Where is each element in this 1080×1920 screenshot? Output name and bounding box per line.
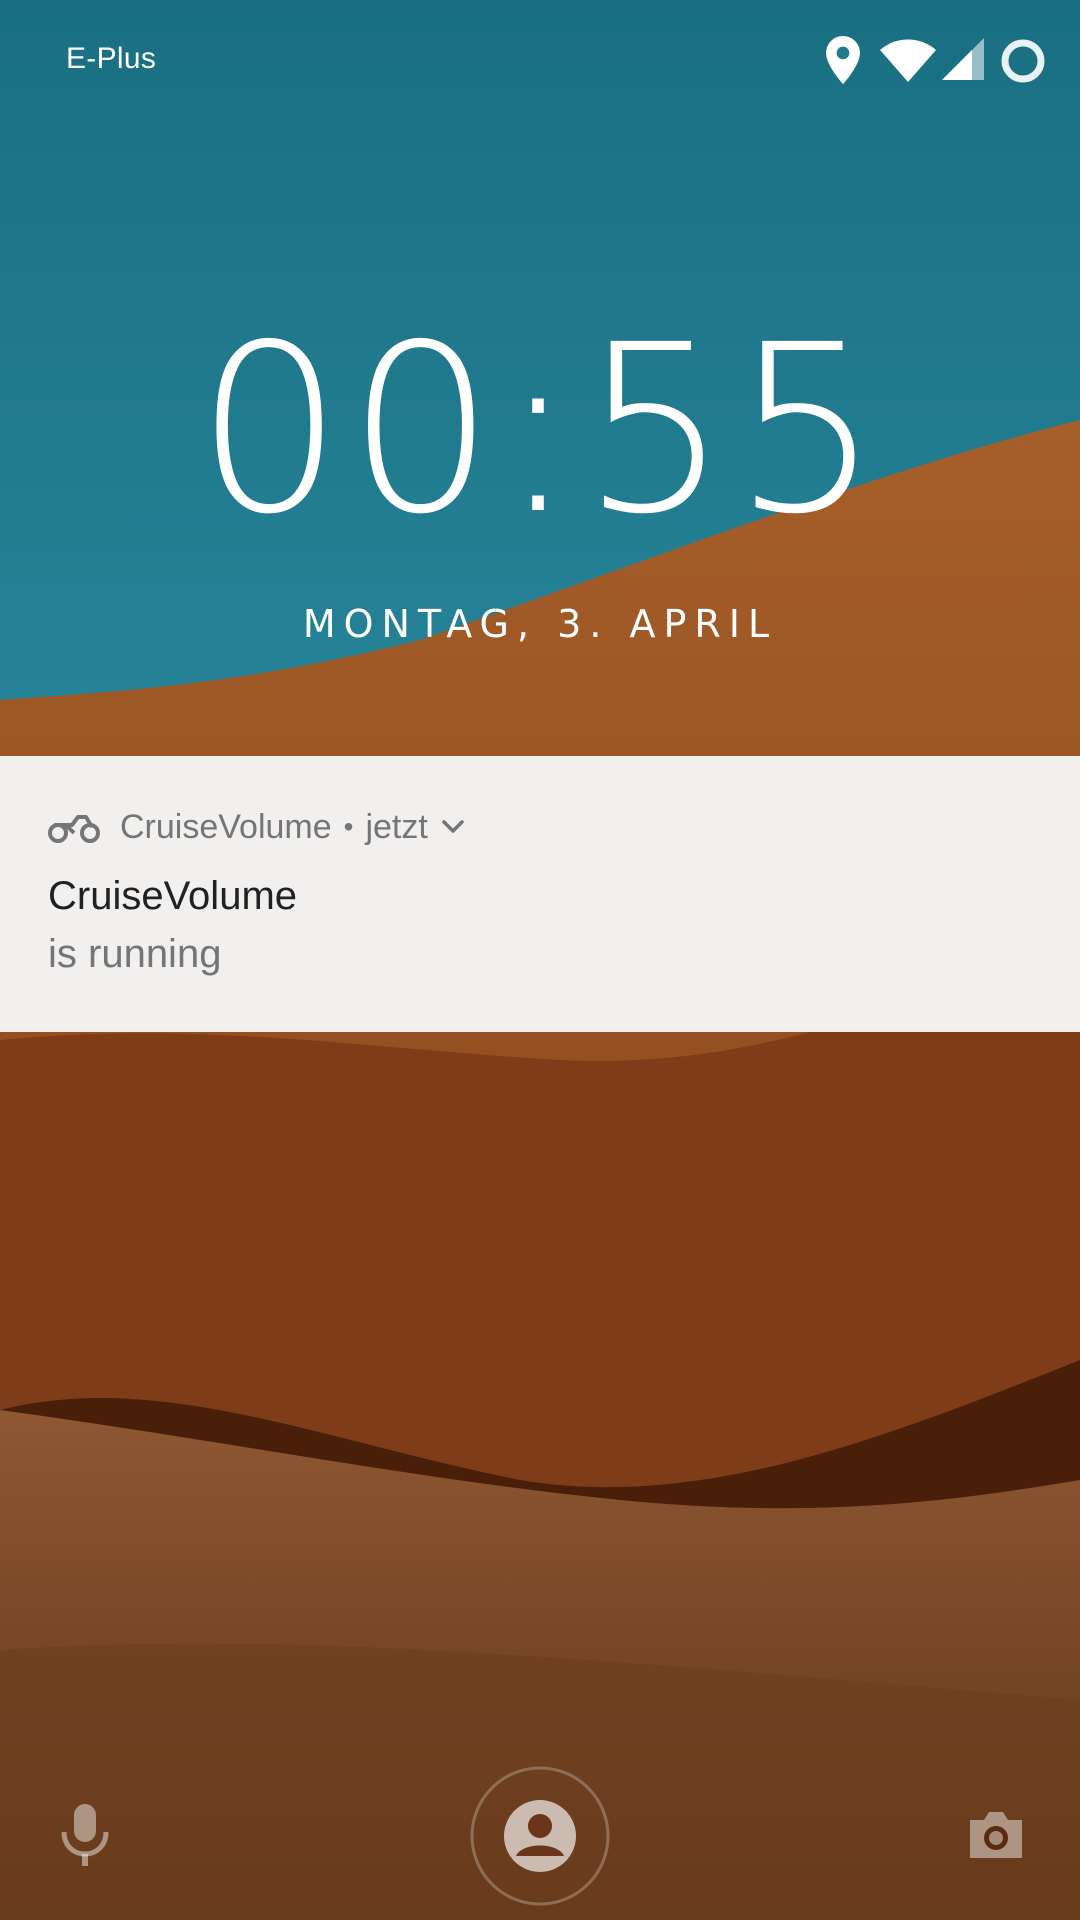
lockscreen-date: MONTAG, 3. APRIL xyxy=(302,602,778,646)
user-avatar-icon[interactable] xyxy=(468,1764,612,1908)
carrier-label: E-Plus xyxy=(66,42,157,75)
lockscreen-clock: 00:55 xyxy=(195,295,885,565)
status-bar: E-Plus xyxy=(0,0,1080,120)
camera-icon[interactable] xyxy=(966,1806,1026,1862)
battery-charging-icon xyxy=(1001,39,1045,83)
location-icon xyxy=(826,36,860,84)
motorcycle-icon xyxy=(48,815,100,843)
cell-signal-icon xyxy=(942,38,984,80)
chevron-down-icon[interactable] xyxy=(440,814,466,840)
notification-timestamp: jetzt xyxy=(365,807,428,846)
wifi-icon xyxy=(880,39,936,82)
notification-title: CruiseVolume xyxy=(48,874,298,918)
notification-header: CruiseVolume • jetzt xyxy=(48,802,466,852)
notification-app-name: CruiseVolume xyxy=(120,807,332,846)
microphone-icon[interactable] xyxy=(58,1802,112,1868)
notification-separator: • xyxy=(343,811,354,842)
notification-text: is running xyxy=(48,932,222,976)
